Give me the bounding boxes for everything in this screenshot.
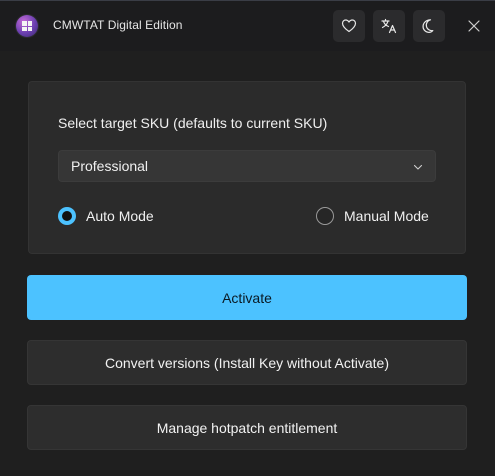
activate-button[interactable]: Activate	[27, 275, 467, 320]
favorite-button[interactable]	[333, 10, 365, 42]
manual-mode-radio-indicator	[316, 207, 334, 225]
sku-card: Select target SKU (defaults to current S…	[28, 81, 466, 254]
translate-icon	[381, 18, 397, 34]
sku-dropdown[interactable]: Professional	[58, 150, 436, 182]
app-window: CMWTAT Digital Edition Select target SKU	[0, 0, 495, 476]
moon-icon	[422, 19, 434, 33]
window-title: CMWTAT Digital Edition	[53, 18, 183, 32]
manage-hotpatch-button[interactable]: Manage hotpatch entitlement	[27, 405, 467, 450]
main-content: Select target SKU (defaults to current S…	[0, 51, 495, 476]
windows-logo-icon	[16, 15, 38, 37]
auto-mode-radio-indicator	[58, 207, 76, 225]
title-bar: CMWTAT Digital Edition	[0, 1, 495, 51]
sku-label: Select target SKU (defaults to current S…	[58, 115, 328, 131]
language-button[interactable]	[373, 10, 405, 42]
close-icon	[468, 20, 480, 32]
manual-mode-radio[interactable]: Manual Mode	[316, 207, 429, 225]
heart-icon	[341, 19, 357, 33]
auto-mode-label: Auto Mode	[86, 208, 154, 224]
close-button[interactable]	[458, 10, 490, 42]
convert-versions-button[interactable]: Convert versions (Install Key without Ac…	[27, 340, 467, 385]
auto-mode-radio[interactable]: Auto Mode	[58, 207, 154, 225]
chevron-down-icon	[413, 164, 423, 170]
sku-selected-value: Professional	[71, 158, 149, 174]
manual-mode-label: Manual Mode	[344, 208, 429, 224]
theme-button[interactable]	[413, 10, 445, 42]
